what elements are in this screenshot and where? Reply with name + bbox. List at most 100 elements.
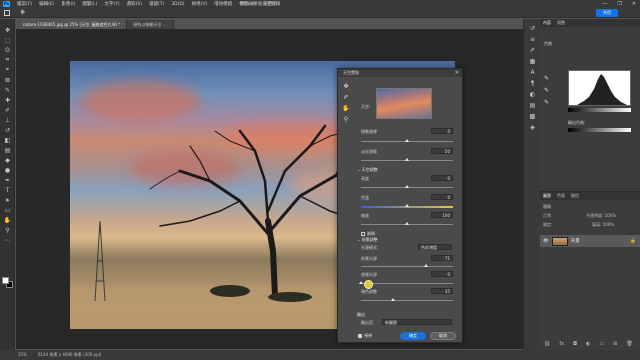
edge-light-slider[interactable] bbox=[359, 281, 453, 284]
color-swatches[interactable] bbox=[2, 277, 13, 288]
zoom-tool-icon[interactable]: ⚲ bbox=[342, 116, 350, 127]
menu-item-0[interactable]: 檔案(F) bbox=[17, 1, 32, 7]
dialog-titlebar[interactable]: 天空置換 ✕ bbox=[338, 69, 462, 77]
foreground-color[interactable] bbox=[2, 277, 9, 284]
edge-light-thumb[interactable] bbox=[359, 281, 363, 284]
shape-tool-icon[interactable]: ▭ bbox=[0, 205, 15, 215]
tab-adjustments[interactable]: 調整 bbox=[557, 19, 565, 27]
edge-light-input[interactable]: 0 bbox=[431, 271, 453, 277]
hand-tool-icon[interactable]: ✋ bbox=[342, 105, 350, 116]
more-tools-icon[interactable]: ⋯ bbox=[0, 235, 15, 245]
pen-tool-icon[interactable]: ✒ bbox=[0, 175, 15, 185]
fade-edge-slider[interactable] bbox=[361, 158, 453, 161]
brush-tool-icon[interactable]: ✐ bbox=[0, 105, 15, 115]
menu-item-7[interactable]: 3D(D) bbox=[171, 2, 184, 7]
dodge-tool-icon[interactable]: ● bbox=[0, 165, 15, 175]
layer-filter[interactable]: 種類 bbox=[543, 204, 551, 210]
color-adjust-slider[interactable] bbox=[361, 298, 453, 301]
link-icon[interactable]: ⛓ bbox=[544, 341, 550, 347]
input-levels-slider[interactable] bbox=[568, 108, 631, 112]
preview-checkbox[interactable] bbox=[358, 334, 362, 338]
output-section[interactable]: 輸出 bbox=[357, 312, 365, 318]
menu-item-2[interactable]: 影像(I) bbox=[61, 1, 75, 7]
object-select-icon[interactable]: ⌗ bbox=[0, 55, 15, 65]
new-layer-icon[interactable]: ⊞ bbox=[613, 341, 617, 347]
opacity-field[interactable]: 不透明度: 100% bbox=[586, 213, 616, 219]
move-tool-icon[interactable]: ✥ bbox=[0, 25, 15, 35]
path-select-icon[interactable]: ➤ bbox=[0, 195, 15, 205]
frame-tool-icon[interactable]: ⊠ bbox=[0, 75, 15, 85]
stamp-tool-icon[interactable]: ⊥ bbox=[0, 115, 15, 125]
home-icon[interactable] bbox=[4, 10, 10, 16]
move-tool-icon[interactable]: ✥ bbox=[342, 83, 350, 94]
eyedropper-white-icon[interactable]: ✎ bbox=[544, 99, 551, 106]
close-window-button[interactable]: ✕ bbox=[632, 1, 636, 7]
crop-tool-icon[interactable]: ⌖ bbox=[0, 65, 15, 75]
zoom-tool-icon[interactable]: ⚲ bbox=[0, 225, 15, 235]
share-button[interactable]: 共用 bbox=[596, 9, 618, 17]
hand-tool-icon[interactable]: ✋ bbox=[0, 215, 15, 225]
move-tool-icon[interactable]: ✥ bbox=[20, 9, 25, 16]
blend-mode-select[interactable]: 正常 bbox=[543, 213, 551, 219]
temperature-thumb[interactable] bbox=[405, 204, 409, 207]
tab-layers[interactable]: 圖層 bbox=[543, 192, 551, 200]
folder-icon[interactable]: ▭ bbox=[599, 341, 604, 347]
menu-item-8[interactable]: 檢視(V) bbox=[192, 1, 208, 7]
trash-icon[interactable]: 🗑 bbox=[626, 341, 632, 347]
cancel-button[interactable]: 取消 bbox=[430, 332, 456, 340]
tab-channels[interactable]: 色版 bbox=[557, 192, 565, 200]
fg-light-slider[interactable] bbox=[361, 264, 453, 267]
eyedropper-tool-icon[interactable]: ✎ bbox=[0, 85, 15, 95]
shift-edge-input[interactable]: 0 bbox=[431, 128, 453, 134]
scale-input[interactable]: 100 bbox=[431, 212, 453, 218]
light-mode-select[interactable]: 色彩增值 bbox=[418, 244, 452, 250]
color-panel-icon[interactable]: ◐ bbox=[524, 89, 541, 100]
character-panel-icon[interactable]: A bbox=[524, 67, 541, 78]
scale-slider[interactable] bbox=[361, 222, 453, 225]
shapes-panel-icon[interactable]: ◈ bbox=[524, 122, 541, 133]
sky-preset-thumbnail[interactable] bbox=[376, 88, 432, 119]
brush-panel-icon[interactable]: ✐ bbox=[524, 45, 541, 56]
adjustment-icon[interactable]: ◐ bbox=[586, 341, 590, 347]
marquee-tool-icon[interactable]: ⬚ bbox=[0, 35, 15, 45]
tab-document-2[interactable]: 顏色以移動天空 … bbox=[127, 20, 174, 29]
fade-edge-thumb[interactable] bbox=[405, 158, 409, 161]
tab-paths[interactable]: 路徑 bbox=[571, 192, 579, 200]
shift-edge-slider[interactable] bbox=[361, 139, 453, 142]
output-levels-slider[interactable] bbox=[568, 128, 631, 132]
tab-document-1[interactable]: nature-1038465.jpg @ 25% (天空, 圖層遮色片/8) * bbox=[17, 20, 128, 29]
eyedropper-gray-icon[interactable]: ✎ bbox=[544, 87, 551, 94]
brightness-slider[interactable] bbox=[361, 185, 453, 188]
pattern-panel-icon[interactable]: ▩ bbox=[524, 111, 541, 122]
output-to-select[interactable]: 新圖層 bbox=[382, 319, 452, 325]
paragraph-panel-icon[interactable]: ¶ bbox=[524, 78, 541, 89]
menu-item-3[interactable]: 圖層(L) bbox=[82, 1, 97, 7]
history-panel-icon[interactable]: ↺ bbox=[524, 23, 541, 34]
fg-light-thumb[interactable] bbox=[424, 264, 429, 267]
minimize-button[interactable]: — bbox=[602, 1, 607, 7]
menu-item-5[interactable]: 選取(S) bbox=[127, 1, 142, 7]
blur-tool-icon[interactable]: ◆ bbox=[0, 155, 15, 165]
color-adjust-input[interactable]: 35 bbox=[431, 288, 453, 294]
brightness-input[interactable]: 0 bbox=[431, 175, 453, 181]
healing-brush-icon[interactable]: ✚ bbox=[0, 95, 15, 105]
gradient-tool-icon[interactable]: ▤ bbox=[0, 145, 15, 155]
menu-item-1[interactable]: 編輯(E) bbox=[39, 1, 54, 7]
temperature-input[interactable]: 0 bbox=[431, 194, 453, 200]
brightness-thumb[interactable] bbox=[405, 185, 409, 188]
shift-edge-thumb[interactable] bbox=[405, 139, 409, 142]
eraser-tool-icon[interactable]: ◧ bbox=[0, 135, 15, 145]
foreground-adjust-section[interactable]: ⌄ 前景調整 bbox=[357, 237, 378, 243]
layer-row-background[interactable]: 👁 背景 🔒 bbox=[540, 235, 640, 247]
tab-properties[interactable]: 內容 bbox=[543, 19, 551, 27]
fx-icon[interactable]: fx bbox=[559, 341, 564, 347]
sky-brush-icon[interactable]: ✐ bbox=[342, 94, 350, 105]
menu-item-4[interactable]: 文字(Y) bbox=[104, 1, 119, 7]
ok-button[interactable]: 確定 bbox=[400, 332, 426, 340]
lasso-tool-icon[interactable]: ʘ bbox=[0, 45, 15, 55]
swatches-panel-icon[interactable]: ▦ bbox=[524, 56, 541, 67]
flip-checkbox[interactable] bbox=[361, 232, 365, 236]
gradient-panel-icon[interactable]: ▤ bbox=[524, 100, 541, 111]
type-tool-icon[interactable]: T bbox=[0, 185, 15, 195]
preview-check-wrap[interactable]: 預視 bbox=[358, 333, 372, 339]
